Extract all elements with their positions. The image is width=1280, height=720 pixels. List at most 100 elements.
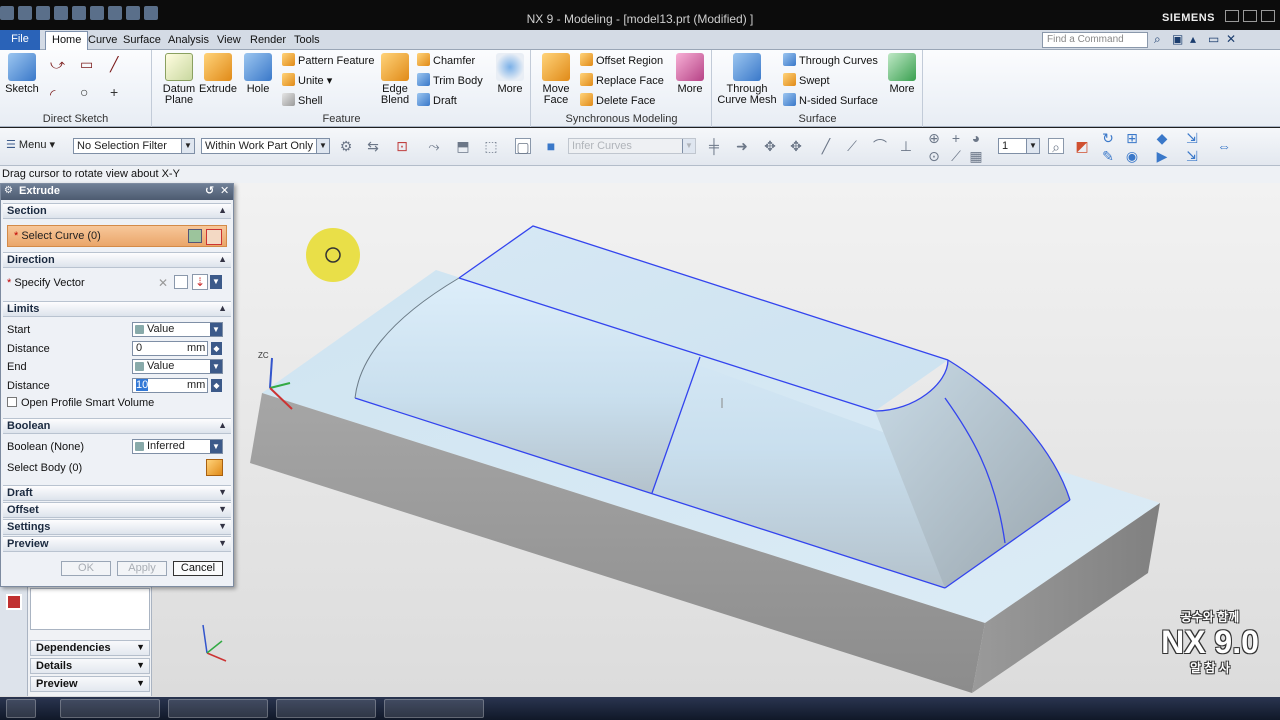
vector-icon[interactable]: ⇣ (192, 274, 208, 290)
dialog-title-bar[interactable]: ⚙ Extrude ↺ ✕ (1, 184, 233, 200)
through-curves-button[interactable]: Through Curves (783, 53, 878, 69)
zoom-icon[interactable]: ⌕ (1048, 138, 1064, 155)
start-distance-menu-icon[interactable]: ◆ (211, 342, 222, 355)
line-icon[interactable]: ╱ (110, 56, 118, 73)
sync-more-button[interactable]: More (670, 53, 710, 95)
measure-icon[interactable]: ⇔ (1216, 138, 1232, 154)
select-body-icon[interactable]: ▢ (515, 138, 531, 155)
circle-icon[interactable]: ○ (80, 84, 88, 100)
part-navigator-icon[interactable] (6, 594, 22, 610)
minimize-icon[interactable] (1225, 10, 1239, 22)
rotate-icon[interactable]: ↻ (1100, 130, 1116, 146)
start-option-dropdown[interactable]: Value ▼ (132, 322, 223, 337)
specify-vector-row[interactable]: * Specify Vector (7, 277, 85, 289)
select-face-icon[interactable]: ⬒ (455, 138, 471, 154)
orient-icon[interactable]: ⊞ (1124, 130, 1140, 146)
profile-icon[interactable]: ⤻ (50, 56, 65, 73)
select-body-icon[interactable] (206, 459, 223, 476)
pan-icon[interactable]: ✎ (1100, 148, 1116, 164)
section-header[interactable]: Section ▲ (3, 203, 231, 219)
feature-more-button[interactable]: More (490, 53, 530, 95)
arc-icon[interactable]: ◜ (50, 86, 55, 103)
taskbar-item[interactable] (168, 699, 268, 718)
surface-more-button[interactable]: More (882, 53, 922, 95)
rectangle-icon[interactable]: ▭ (80, 56, 93, 73)
preview-header[interactable]: Preview ▼ (3, 536, 231, 552)
move-face-button[interactable]: Move Face (536, 53, 576, 106)
close-part-icon[interactable]: ✕ (1226, 33, 1238, 45)
offset-header[interactable]: Offset ▼ (3, 502, 231, 518)
render-style-icon[interactable]: ◉ (1124, 148, 1140, 164)
apply-button[interactable]: Apply (117, 561, 167, 576)
pattern-feature-button[interactable]: Pattern Feature (282, 53, 374, 69)
section-view-icon[interactable]: ▶ (1154, 148, 1170, 164)
sketch-section-icon[interactable] (188, 229, 202, 243)
center-point-icon[interactable]: ⊕ (926, 130, 942, 146)
fullscreen-icon[interactable]: ▣ (1172, 33, 1184, 45)
wcs-icon[interactable]: ⇲ (1184, 130, 1200, 146)
ok-button[interactable]: OK (61, 561, 111, 576)
plus-point-icon[interactable]: + (948, 130, 964, 146)
restore-icon[interactable]: ▭ (1208, 33, 1220, 45)
gear-icon[interactable]: ⚙ (4, 185, 13, 196)
end-distance-menu-icon[interactable]: ◆ (211, 379, 222, 392)
layer-dropdown[interactable]: 1 ▼ (998, 138, 1040, 154)
selection-filter-dropdown[interactable]: No Selection Filter ▼ (73, 138, 195, 154)
preview-row[interactable]: Preview ▼ (30, 676, 150, 692)
remove-icon[interactable]: ✕ (158, 276, 168, 290)
close-icon[interactable] (1261, 10, 1275, 22)
taskbar-item[interactable] (276, 699, 376, 718)
draft-header[interactable]: Draft ▼ (3, 485, 231, 501)
diagonal-icon[interactable]: ⟋ (948, 148, 964, 164)
select-cube-icon[interactable]: ■ (543, 138, 559, 154)
extrude-button[interactable]: Extrude (198, 53, 238, 95)
reset-icon[interactable]: ↺ (205, 184, 214, 197)
move-icon[interactable]: ✥ (762, 138, 778, 154)
boolean-header[interactable]: Boolean ▲ (3, 418, 231, 434)
offset-region-button[interactable]: Offset Region (580, 53, 663, 69)
trim-body-button[interactable]: Trim Body (417, 73, 483, 89)
find-command-input[interactable]: Find a Command (1042, 32, 1148, 48)
selection-scope-dropdown[interactable]: Within Work Part Only ▼ (201, 138, 330, 154)
n-sided-surface-button[interactable]: N-sided Surface (783, 93, 878, 109)
open-profile-checkbox[interactable]: Open Profile Smart Volume (7, 397, 154, 409)
tangent-icon[interactable]: ⟋ (844, 138, 860, 154)
settings-header[interactable]: Settings ▼ (3, 519, 231, 535)
start-button[interactable] (6, 699, 36, 718)
draft-button[interactable]: Draft (417, 93, 457, 109)
line-snap-icon[interactable]: ╱ (818, 138, 834, 154)
taskbar-item[interactable] (60, 699, 160, 718)
cancel-button[interactable]: Cancel (173, 561, 223, 576)
perpendicular-icon[interactable]: ⊥ (898, 138, 914, 154)
box-select-icon[interactable]: ⬚ (483, 138, 499, 154)
tab-render[interactable]: Render (244, 32, 292, 50)
curve-icon[interactable] (206, 229, 222, 245)
dependencies-row[interactable]: Dependencies ▼ (30, 640, 150, 656)
delete-face-button[interactable]: Delete Face (580, 93, 655, 109)
limits-header[interactable]: Limits ▲ (3, 301, 231, 317)
collapse-ribbon-icon[interactable]: ▴ (1190, 33, 1202, 45)
chamfer-button[interactable]: Chamfer (417, 53, 475, 69)
end-option-dropdown[interactable]: Value ▼ (132, 359, 223, 374)
view-cube-icon[interactable]: ◆ (1154, 130, 1170, 146)
select-chain-icon[interactable]: ⤳ (426, 138, 442, 154)
details-row[interactable]: Details ▼ (30, 658, 150, 674)
swept-button[interactable]: Swept (783, 73, 830, 89)
select-feature-icon[interactable]: ⚙ (338, 138, 354, 154)
tab-surface[interactable]: Surface (117, 32, 167, 50)
direction-header[interactable]: Direction ▲ (3, 252, 231, 268)
tab-analysis[interactable]: Analysis (162, 32, 215, 50)
shell-button[interactable]: Shell (282, 93, 322, 109)
hole-button[interactable]: Hole (238, 53, 278, 95)
window-controls[interactable] (1225, 10, 1275, 22)
snap-point-icon[interactable]: ⊡ (394, 138, 410, 154)
intersection-icon[interactable]: ╪ (706, 138, 722, 154)
end-distance-input[interactable]: 10 mm (132, 378, 208, 393)
arrow-right-icon[interactable]: ➜ (734, 138, 750, 154)
edge-blend-button[interactable]: Edge Blend (375, 53, 415, 106)
reverse-direction-icon[interactable] (174, 275, 188, 289)
grid-icon[interactable]: ▦ (968, 148, 984, 164)
taskbar-item[interactable] (384, 699, 484, 718)
sketch-button[interactable]: Sketch (2, 53, 42, 95)
checkbox-icon[interactable] (7, 397, 17, 407)
